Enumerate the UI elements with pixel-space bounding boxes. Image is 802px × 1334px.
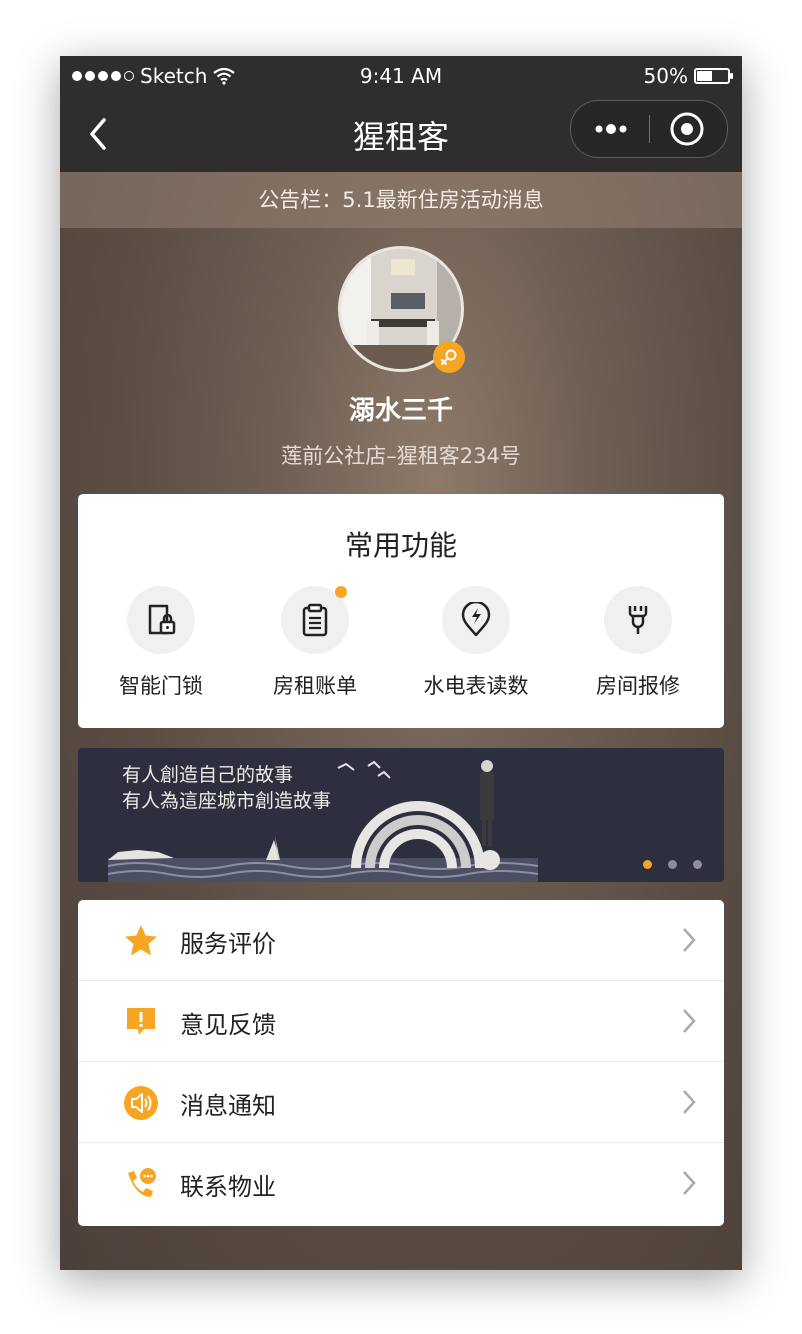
clipboard-icon [281, 586, 349, 654]
function-label: 水电表读数 [423, 674, 529, 698]
battery-icon [694, 68, 733, 84]
function-label: 智能门锁 [119, 674, 203, 698]
function-label: 房租账单 [273, 674, 357, 698]
banner-dot[interactable] [693, 860, 702, 869]
battery-percent: 50% [643, 64, 688, 88]
chevron-right-icon [683, 1171, 696, 1195]
banner-dot[interactable] [668, 860, 677, 869]
feedback-icon [127, 1008, 155, 1035]
menu-item-feedback[interactable]: 意见反馈 [78, 981, 724, 1062]
banner-dot[interactable] [643, 860, 652, 869]
star-icon [125, 925, 157, 956]
function-label: 房间报修 [596, 674, 680, 698]
menu-label: 意见反馈 [180, 1011, 276, 1039]
status-time: 9:41 AM [359, 64, 443, 88]
more-icon[interactable] [591, 117, 631, 141]
function-rent-bill[interactable]: 房租账单 [240, 586, 390, 700]
close-miniprogram-icon[interactable] [669, 111, 705, 147]
menu-label: 消息通知 [180, 1092, 276, 1120]
store-label: 莲前公社店–猩租客234号 [281, 444, 521, 468]
promo-banner[interactable]: 有人創造自己的故事 有人為這座城市創造故事 [78, 748, 724, 882]
function-repair[interactable]: 房间报修 [563, 586, 713, 700]
function-smart-lock[interactable]: 智能门锁 [86, 586, 236, 700]
status-right: 50% [643, 64, 733, 88]
status-bar: Sketch 9:41 AM 50% [60, 56, 742, 96]
top-bar: Sketch 9:41 AM 50% 猩租客 [60, 56, 742, 172]
menu-item-service-rating[interactable]: 服务评价 [78, 900, 724, 981]
functions-title: 常用功能 [344, 529, 457, 562]
menu-label: 联系物业 [180, 1173, 276, 1201]
chevron-right-icon [683, 928, 696, 952]
notification-dot [335, 586, 347, 598]
functions-card: 常用功能 智能门锁 房租账单 水电表读数 房间报修 [78, 494, 724, 728]
meter-icon [442, 586, 510, 654]
chevron-right-icon [683, 1009, 696, 1033]
menu-list: 服务评价 意见反馈 消息通知 联系物业 [78, 900, 724, 1226]
miniprogram-capsule [570, 100, 728, 158]
banner-line-2: 有人為這座城市創造故事 [122, 790, 332, 812]
menu-item-notifications[interactable]: 消息通知 [78, 1062, 724, 1143]
menu-label: 服务评价 [180, 930, 276, 958]
female-badge-icon [433, 341, 465, 373]
phone-screen: Sketch 9:41 AM 50% 猩租客 公告栏：5.1最新住房活动消息 溺… [60, 56, 742, 1270]
menu-item-contact-property[interactable]: 联系物业 [78, 1143, 724, 1224]
username: 溺水三千 [348, 396, 453, 426]
wrench-icon [604, 586, 672, 654]
function-meter-reading[interactable]: 水电表读数 [401, 586, 551, 700]
speaker-icon [124, 1086, 158, 1120]
phone-chat-icon [128, 1168, 156, 1197]
notice-bar[interactable]: 公告栏：5.1最新住房活动消息 [60, 172, 742, 228]
banner-text: 有人創造自己的故事 有人為這座城市創造故事 [122, 762, 331, 814]
chevron-right-icon [683, 1090, 696, 1114]
banner-pagination [643, 860, 702, 869]
banner-line-1: 有人創造自己的故事 [122, 764, 294, 786]
door-lock-icon [127, 586, 195, 654]
